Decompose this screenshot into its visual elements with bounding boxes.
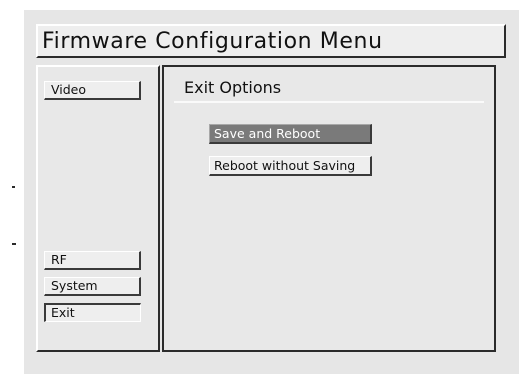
title-bar: Firmware Configuration Menu xyxy=(36,24,506,58)
section-divider xyxy=(174,101,484,103)
sidebar-panel: Video RF System Exit xyxy=(36,65,160,352)
edge-mark-upper xyxy=(12,186,15,188)
sidebar-item-video[interactable]: Video xyxy=(44,81,141,100)
firmware-menu-window: Firmware Configuration Menu Video RF Sys… xyxy=(24,10,519,374)
edge-mark-lower xyxy=(12,243,16,245)
content-panel: Exit Options Save and Reboot Reboot with… xyxy=(162,65,496,352)
sidebar-item-exit[interactable]: Exit xyxy=(44,303,141,322)
section-title: Exit Options xyxy=(184,78,282,97)
save-and-reboot-button[interactable]: Save and Reboot xyxy=(209,124,372,144)
reboot-without-saving-button[interactable]: Reboot without Saving xyxy=(209,156,372,176)
sidebar-item-system[interactable]: System xyxy=(44,277,141,296)
screen: Firmware Configuration Menu Video RF Sys… xyxy=(0,0,525,376)
window-title: Firmware Configuration Menu xyxy=(42,29,383,54)
sidebar-item-rf[interactable]: RF xyxy=(44,251,141,270)
